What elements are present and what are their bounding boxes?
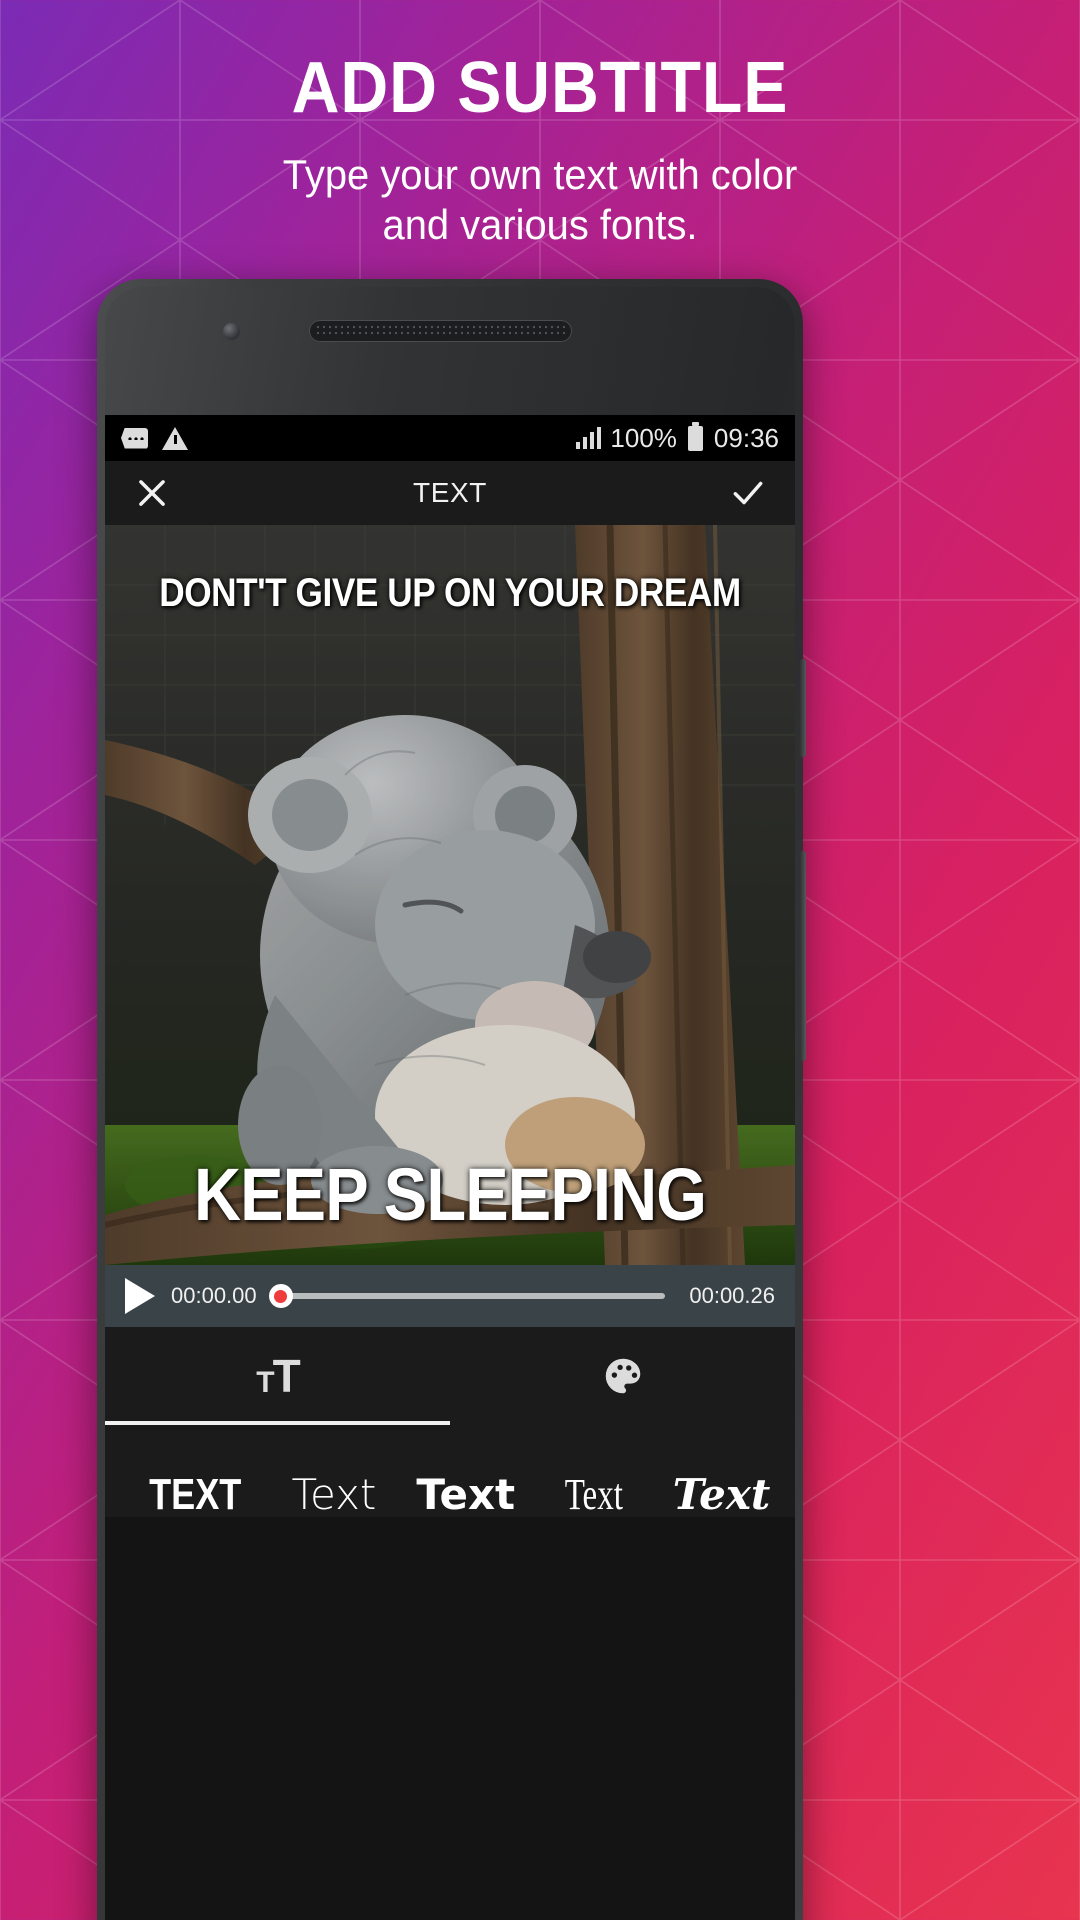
tool-tabs: TT [105, 1327, 795, 1425]
play-icon[interactable] [125, 1278, 155, 1314]
page-title: ADD SUBTITLE [291, 48, 789, 128]
font-option[interactable]: TEXT [133, 1473, 258, 1517]
font-option[interactable]: Text [550, 1473, 638, 1517]
font-option[interactable]: Text [790, 1476, 795, 1514]
front-camera-icon [223, 323, 240, 340]
palette-icon [605, 1358, 640, 1394]
earpiece-speaker [309, 320, 572, 342]
font-option[interactable]: Text [271, 1474, 396, 1516]
close-icon[interactable] [133, 474, 171, 512]
battery-percent-label: 100% [610, 422, 677, 453]
subtitle-text-bottom[interactable]: KEEP SLEEPING [146, 1152, 753, 1237]
clock-label: 09:36 [713, 422, 779, 453]
app-bar-title: TEXT [413, 477, 487, 508]
promo-subtitle-line-1: Type your own text with color [282, 151, 798, 198]
app-bar: TEXT [105, 461, 795, 525]
phone-mockup: 100% 09:36 TEXT DONT'T GIVE UP ON YOUR D… [97, 279, 806, 1920]
volume-button[interactable] [800, 851, 806, 1061]
subtitle-text-top[interactable]: DONT'T GIVE UP ON YOUR DREAM [146, 571, 753, 616]
total-time-label: 00:00.26 [689, 1283, 775, 1308]
tab-color[interactable] [450, 1327, 795, 1425]
promo-subtitle-line-2: and various fonts. [382, 200, 698, 248]
promo-subtitle: Type your own text with color and variou… [27, 150, 1053, 249]
font-option[interactable]: Text [653, 1474, 791, 1516]
check-icon[interactable] [729, 474, 767, 512]
player-bar: 00:00.00 00:00.26 [105, 1265, 795, 1327]
warning-icon [162, 426, 188, 450]
font-option[interactable]: Text [396, 1474, 535, 1516]
power-button[interactable] [800, 659, 806, 757]
status-bar-right: 100% 09:36 [575, 421, 779, 454]
tab-active-indicator [105, 1421, 450, 1425]
promo-header: ADD SUBTITLE Type your own text with col… [0, 0, 1080, 249]
phone-bezel: 100% 09:36 TEXT DONT'T GIVE UP ON YOUR D… [105, 287, 795, 1920]
app-screen: 100% 09:36 TEXT DONT'T GIVE UP ON YOUR D… [105, 415, 795, 1920]
font-picker-list[interactable]: TEXT Text Text Text Text Text Text [105, 1425, 795, 1517]
sim-card-icon [121, 427, 148, 449]
battery-full-icon [687, 421, 703, 451]
seek-thumb[interactable] [268, 1284, 293, 1308]
seek-bar[interactable] [268, 1284, 666, 1308]
status-bar: 100% 09:36 [105, 415, 795, 461]
text-size-icon: TT [256, 1350, 300, 1402]
current-time-label: 00:00.00 [171, 1283, 257, 1308]
status-bar-left [121, 426, 188, 450]
signal-bars-icon [575, 427, 602, 449]
video-preview[interactable]: DONT'T GIVE UP ON YOUR DREAM KEEP SLEEPI… [105, 525, 795, 1265]
tab-font-size[interactable]: TT [105, 1327, 450, 1425]
